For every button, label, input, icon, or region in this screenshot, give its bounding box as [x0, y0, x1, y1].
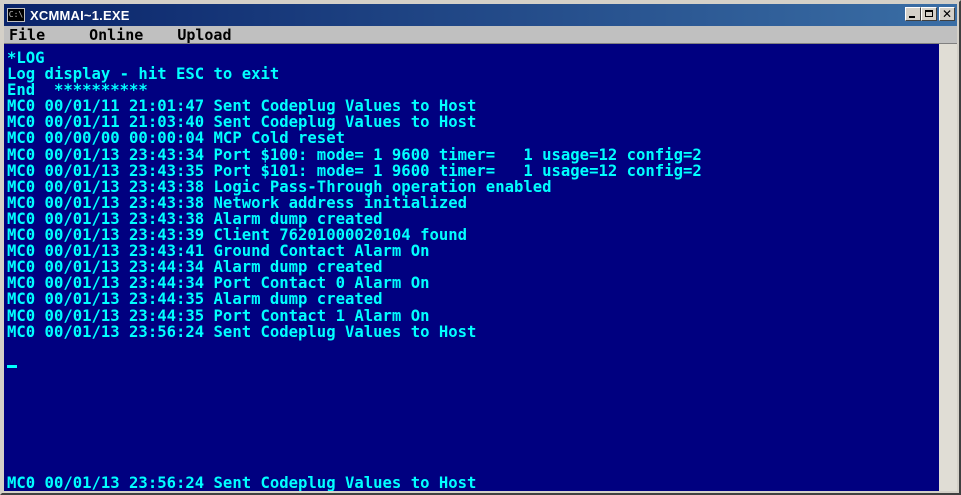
minimize-button[interactable] — [905, 7, 921, 21]
log-line: MC0 00/01/13 23:43:34 Port $100: mode= 1… — [7, 145, 702, 164]
status-line: MC0 00/01/13 23:56:24 Sent Codeplug Valu… — [7, 474, 477, 491]
log-line: MC0 00/00/00 00:00:04 MCP Cold reset — [7, 129, 345, 148]
menu-item-upload[interactable]: Upload — [174, 26, 234, 44]
console-output[interactable]: *LOG Log display - hit ESC to exit End ***… — [4, 44, 939, 491]
close-icon: ✕ — [941, 7, 953, 21]
window-title: XCMMAI~1.EXE — [30, 7, 130, 23]
log-line: MC0 00/01/13 23:43:38 Network address in… — [7, 193, 468, 212]
log-line: MC0 00/01/13 23:44:35 Port Contact 1 Ala… — [7, 306, 430, 325]
text-cursor — [7, 364, 17, 368]
menu-item-file[interactable]: File — [6, 26, 48, 44]
console-window: C:\ XCMMAI~1.EXE ✕ File Online Upload *L… — [0, 0, 961, 495]
maximize-icon — [925, 10, 933, 17]
caption-buttons: ✕ — [905, 7, 955, 21]
scrollbar-track[interactable] — [939, 44, 957, 491]
log-line: MC0 00/01/13 23:44:34 Alarm dump created — [7, 258, 383, 277]
log-line: End ********** — [7, 81, 148, 100]
log-lines: *LOG Log display - hit ESC to exit End ***… — [7, 50, 939, 340]
log-line: MC0 00/01/11 21:03:40 Sent Codeplug Valu… — [7, 113, 477, 132]
log-line: MC0 00/01/13 23:43:35 Port $101: mode= 1… — [7, 161, 702, 180]
menu-bar: File Online Upload — [4, 26, 957, 44]
log-line: MC0 00/01/13 23:56:24 Sent Codeplug Valu… — [7, 322, 477, 341]
close-button[interactable]: ✕ — [939, 7, 955, 21]
log-line: MC0 00/01/13 23:44:34 Port Contact 0 Ala… — [7, 274, 430, 293]
maximize-button[interactable] — [921, 7, 937, 21]
console-icon[interactable]: C:\ — [7, 8, 25, 22]
log-line: MC0 00/01/13 23:43:38 Logic Pass-Through… — [7, 177, 552, 196]
menu-item-online[interactable]: Online — [86, 26, 146, 44]
log-line: MC0 00/01/13 23:43:38 Alarm dump created — [7, 209, 383, 228]
log-line: MC0 00/01/13 23:43:41 Ground Contact Ala… — [7, 242, 430, 261]
minimize-icon — [909, 16, 915, 18]
title-bar[interactable]: C:\ XCMMAI~1.EXE ✕ — [4, 4, 957, 26]
log-line: MC0 00/01/11 21:01:47 Sent Codeplug Valu… — [7, 97, 477, 116]
log-line: MC0 00/01/13 23:44:35 Alarm dump created — [7, 290, 383, 309]
log-line: Log display - hit ESC to exit — [7, 65, 280, 84]
log-line: MC0 00/01/13 23:43:39 Client 76201000020… — [7, 226, 468, 245]
log-line: *LOG — [7, 49, 45, 67]
